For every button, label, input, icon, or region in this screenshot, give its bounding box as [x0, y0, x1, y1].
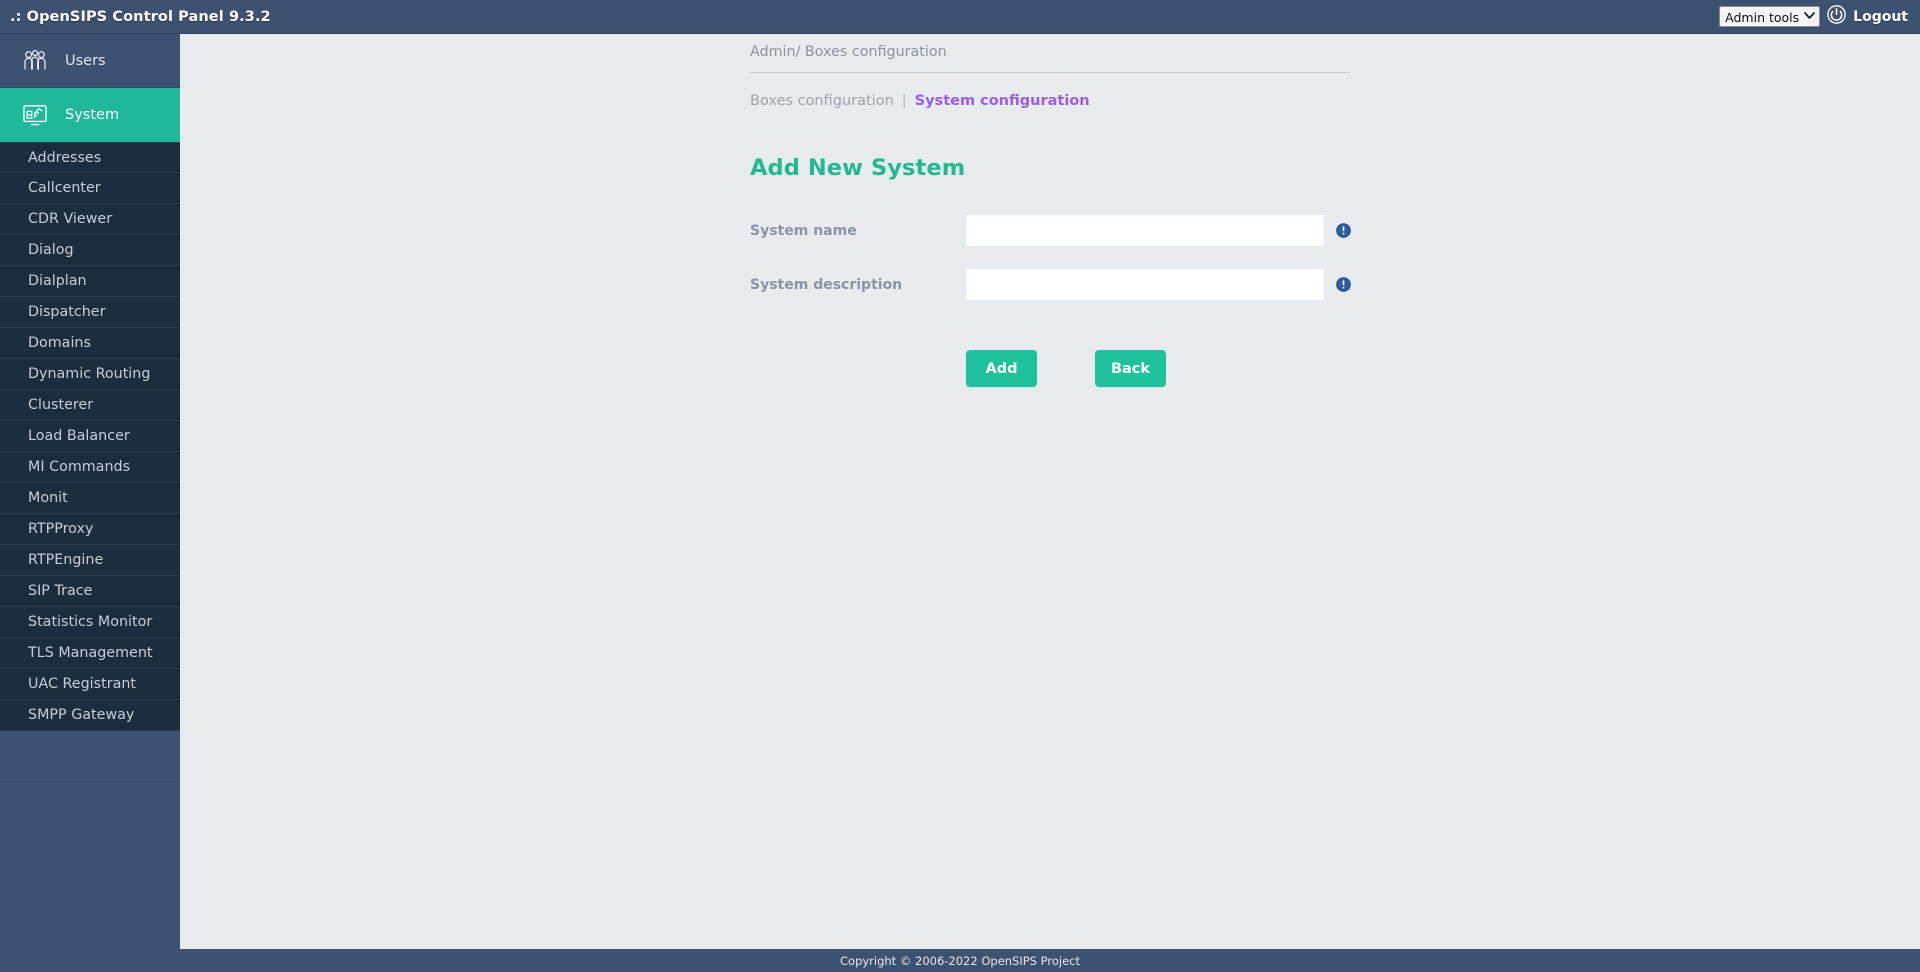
submenu-item-label: TLS Management — [28, 645, 153, 661]
sidebar: Users System Addresses Callcenter CDR Vi… — [0, 34, 180, 949]
submenu-item-tls-management[interactable]: TLS Management — [0, 638, 180, 669]
sidebar-item-label: System — [65, 107, 120, 123]
users-icon — [22, 48, 48, 74]
submenu-item-label: Dialplan — [28, 273, 87, 289]
app-title: .: OpenSIPS Control Panel 9.3.2 — [10, 8, 271, 25]
submenu-item-label: Load Balancer — [28, 428, 130, 444]
system-description-input[interactable] — [966, 269, 1324, 300]
page-title: Add New System — [750, 155, 966, 181]
submenu-item-label: RTPEngine — [28, 552, 104, 568]
submenu-item-label: UAC Registrant — [28, 676, 137, 692]
submenu-item-mi-commands[interactable]: MI Commands — [0, 452, 180, 483]
submenu-item-label: Domains — [28, 335, 91, 351]
info-exclamation-icon[interactable] — [1336, 277, 1351, 292]
form-actions: Add Back — [750, 350, 1920, 387]
submenu-item-rtpengine[interactable]: RTPEngine — [0, 545, 180, 576]
system-name-input[interactable] — [966, 215, 1324, 246]
submenu-item-label: RTPProxy — [28, 521, 94, 537]
header-controls: Admin tools Logout — [1719, 5, 1920, 28]
submenu-item-monit[interactable]: Monit — [0, 483, 180, 514]
submenu-item-clusterer[interactable]: Clusterer — [0, 390, 180, 421]
sidebar-filler — [0, 731, 180, 780]
submenu-item-smpp-gateway[interactable]: SMPP Gateway — [0, 700, 180, 731]
submenu-item-label: MI Commands — [28, 459, 131, 475]
info-exclamation-icon[interactable] — [1336, 223, 1351, 238]
system-name-label: System name — [750, 222, 857, 239]
copyright-text: Copyright © 2006-2022 OpenSIPS Project — [840, 953, 1080, 968]
app-header: .: OpenSIPS Control Panel 9.3.2 Admin to… — [0, 0, 1920, 34]
submenu-item-label: Callcenter — [28, 180, 101, 196]
submenu-item-dispatcher[interactable]: Dispatcher — [0, 297, 180, 328]
submenu-item-addresses[interactable]: Addresses — [0, 142, 180, 173]
submenu-item-label: CDR Viewer — [28, 211, 113, 227]
main-content: Admin/ Boxes configuration Boxes configu… — [180, 34, 1920, 949]
form-row-system-name: System name — [750, 215, 1920, 246]
sidebar-item-system[interactable]: System — [0, 88, 180, 142]
submenu-item-dialog[interactable]: Dialog — [0, 235, 180, 266]
submenu-item-statistics-monitor[interactable]: Statistics Monitor — [0, 607, 180, 638]
sidebar-item-users[interactable]: Users — [0, 34, 180, 88]
submenu-item-label: Dynamic Routing — [28, 366, 151, 382]
form-row-system-description: System description — [750, 269, 1920, 300]
sidebar-item-label: Users — [65, 52, 106, 69]
submenu-item-callcenter[interactable]: Callcenter — [0, 173, 180, 204]
submenu-item-rtpproxy[interactable]: RTPProxy — [0, 514, 180, 545]
power-icon[interactable] — [1827, 5, 1846, 28]
tab-boxes-configuration[interactable]: Boxes configuration — [750, 93, 894, 109]
submenu-item-cdr-viewer[interactable]: CDR Viewer — [0, 204, 180, 235]
sidebar-submenu: Addresses Callcenter CDR Viewer Dialog D… — [0, 142, 180, 731]
submenu-item-label: Clusterer — [28, 397, 94, 413]
tab-separator: | — [901, 93, 907, 109]
submenu-item-load-balancer[interactable]: Load Balancer — [0, 421, 180, 452]
admin-tools-select[interactable]: Admin tools — [1719, 6, 1821, 27]
tab-system-configuration[interactable]: System configuration — [915, 93, 1090, 109]
system-monitor-icon — [22, 102, 48, 128]
submenu-item-dynamic-routing[interactable]: Dynamic Routing — [0, 359, 180, 390]
submenu-item-label: Addresses — [28, 149, 102, 166]
submenu-item-dialplan[interactable]: Dialplan — [0, 266, 180, 297]
breadcrumb: Admin/ Boxes configuration — [750, 44, 947, 60]
back-button[interactable]: Back — [1095, 350, 1166, 387]
submenu-item-label: Monit — [28, 490, 68, 506]
submenu-item-sip-trace[interactable]: SIP Trace — [0, 576, 180, 607]
submenu-item-label: Dialog — [28, 242, 74, 258]
submenu-item-domains[interactable]: Domains — [0, 328, 180, 359]
logout-link[interactable]: Logout — [1853, 9, 1908, 25]
submenu-item-label: SMPP Gateway — [28, 707, 135, 723]
submenu-item-label: Dispatcher — [28, 304, 106, 320]
add-button[interactable]: Add — [966, 350, 1037, 387]
footer: Copyright © 2006-2022 OpenSIPS Project — [0, 949, 1920, 972]
submenu-item-label: Statistics Monitor — [28, 614, 153, 630]
admin-tools-dropdown-wrap: Admin tools — [1719, 6, 1821, 27]
tab-bar: Boxes configuration | System configurati… — [750, 73, 1920, 109]
system-description-label: System description — [750, 276, 903, 293]
submenu-item-label: SIP Trace — [28, 583, 93, 599]
submenu-item-uac-registrant[interactable]: UAC Registrant — [0, 669, 180, 700]
